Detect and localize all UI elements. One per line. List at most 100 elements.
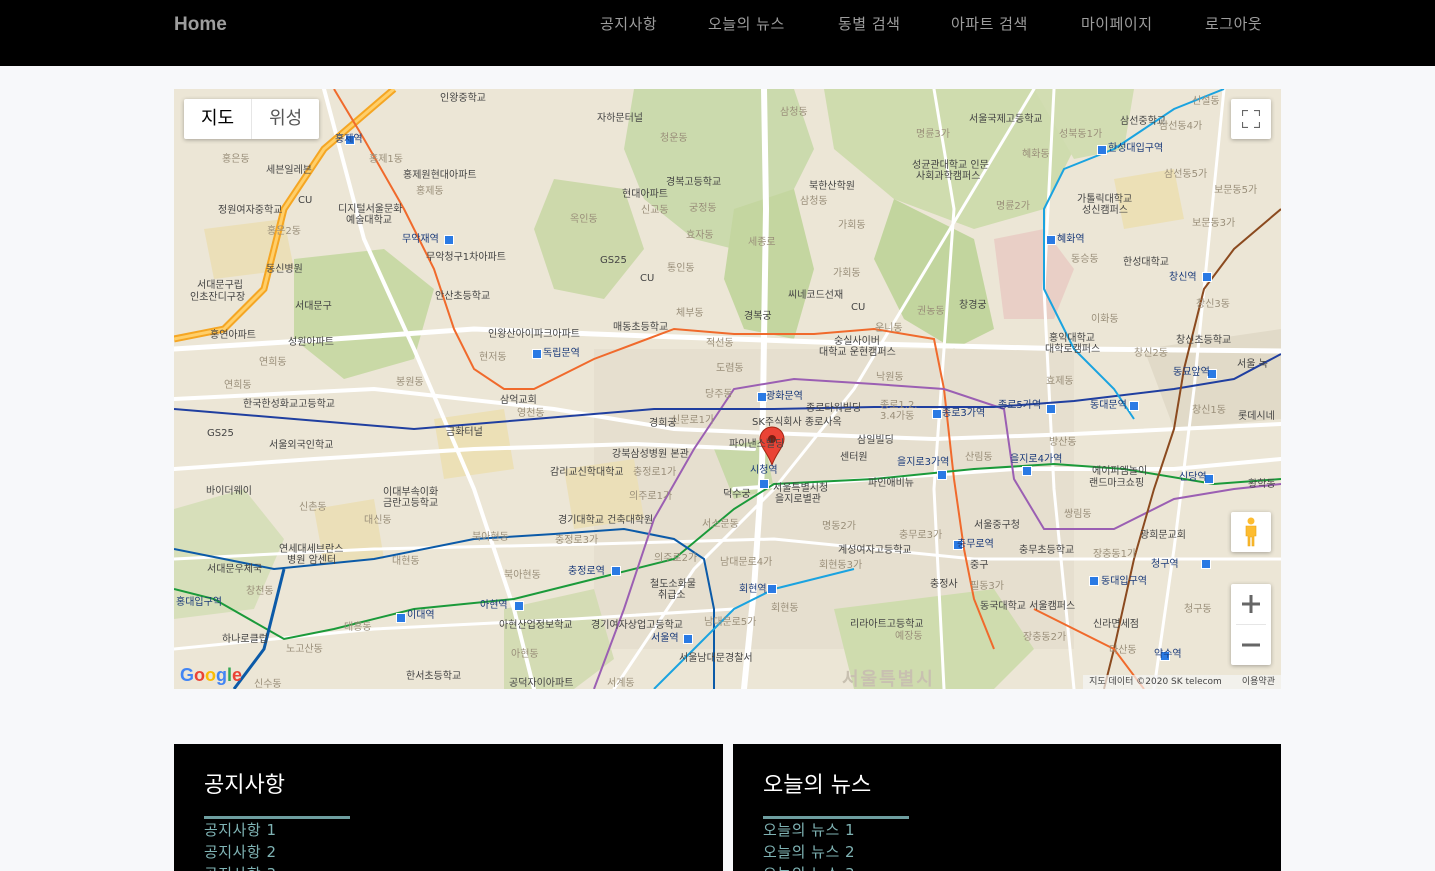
map-label: 산림동 <box>965 452 993 463</box>
map-label: 경기대학교 건축대학원 <box>558 515 654 526</box>
map-label: 동묘앞역 <box>1173 367 1210 378</box>
map-label: 창신3동 <box>1196 299 1230 310</box>
station-icon <box>1129 401 1139 411</box>
map-label: 가회동 <box>838 220 866 231</box>
map-label: 신교동 <box>641 205 669 216</box>
map-label: 동대문역 <box>1090 400 1127 411</box>
map-label: 동신병원 <box>266 264 303 275</box>
map-label: 을지로3가역 <box>897 457 950 468</box>
map-label: 회현역 <box>739 584 767 595</box>
map-label: 충정사 <box>930 579 958 590</box>
nav-dong-search[interactable]: 동별 검색 <box>838 13 900 35</box>
zoom-in-button[interactable] <box>1231 584 1271 624</box>
news-link[interactable]: 오늘의 뉴스 3 <box>763 863 855 871</box>
station-icon <box>1202 272 1212 282</box>
map-label: 명륜2가 <box>996 201 1030 212</box>
map-label: 체부동 <box>676 308 704 319</box>
map-label: 홍은동 <box>222 154 250 165</box>
map-label: 창신2동 <box>1134 348 1168 359</box>
map-label: 중구 <box>970 560 989 571</box>
notice-link[interactable]: 공지사항 3 <box>204 863 277 871</box>
minus-icon <box>1242 643 1260 647</box>
map-label: 서울남대문경찰서 <box>679 653 753 664</box>
nav-logout[interactable]: 로그아웃 <box>1205 13 1262 35</box>
pegman-icon <box>1245 517 1257 547</box>
map-label: 경기여자상업고등학교 <box>591 620 683 631</box>
station-icon <box>932 409 942 419</box>
map-label: 신라면세점 <box>1093 619 1139 630</box>
map-label: 충무초등학교 <box>1019 545 1075 556</box>
map-label: 씨네코드선재 <box>788 290 844 301</box>
map-type-satellite-button[interactable]: 위성 <box>251 99 319 139</box>
station-icon <box>444 235 454 245</box>
map-label: 창경궁 <box>959 300 987 311</box>
map-label: 가회동 <box>833 268 861 279</box>
map-label: 대흥동 <box>344 622 372 633</box>
station-icon <box>1201 559 1211 569</box>
map-type-map-button[interactable]: 지도 <box>184 99 251 139</box>
map-label: 이대역 <box>407 610 435 621</box>
station-icon <box>1097 145 1107 155</box>
map-label: 홍제역 <box>335 134 363 145</box>
map-label: 명동2가 <box>822 521 856 532</box>
nav-notice[interactable]: 공지사항 <box>600 13 657 35</box>
map-label: 동승동 <box>1071 254 1099 265</box>
map-label: 효자동 <box>686 230 714 241</box>
map-label: 남대문로4가 <box>720 557 773 568</box>
map-label: 홍제원현대아파트 <box>403 170 477 181</box>
nav-apt-search[interactable]: 아파트 검색 <box>951 13 1028 35</box>
map-label: 파인애비뉴 <box>868 478 914 489</box>
map-label: 금란고등학교 <box>383 498 439 509</box>
map-type-control: 지도 위성 <box>184 99 320 139</box>
map-canvas[interactable]: 홍제역 홍제1동 홍제원현대아파트 홍제동 인왕중학교 자하문터널 청운동 경복… <box>174 89 1281 689</box>
station-icon <box>1089 576 1099 586</box>
map-label: 세븐일레븐 <box>266 165 312 176</box>
terms-link[interactable]: 이용약관 <box>1242 677 1275 687</box>
fullscreen-icon <box>1242 110 1260 128</box>
map-label: 바이더웨이 <box>206 486 252 497</box>
map-label: 운니동 <box>875 323 903 334</box>
notice-panel-title: 공지사항 <box>204 773 285 798</box>
map-label: 취급소 <box>658 590 686 601</box>
map-label: 인왕중학교 <box>440 93 486 104</box>
map-label: 서대문우체국 <box>207 564 263 575</box>
map-label: 청구동 <box>1184 604 1212 615</box>
map-label: 삼일빌딩 <box>857 435 894 446</box>
map-label: 청운동 <box>660 133 688 144</box>
map-label: 금화터널 <box>446 427 483 438</box>
notice-link[interactable]: 공지사항 2 <box>204 841 277 863</box>
map-label: 충정로역 <box>568 566 605 577</box>
station-icon <box>532 349 542 359</box>
news-panel: 오늘의 뉴스 오늘의 뉴스 1 오늘의 뉴스 2 오늘의 뉴스 3 <box>733 744 1281 871</box>
news-link[interactable]: 오늘의 뉴스 2 <box>763 841 855 863</box>
map-label: 을지로별관 <box>775 494 821 505</box>
map-label: 계성여자고등학교 <box>838 545 912 556</box>
map-label: 센터원 <box>840 452 868 463</box>
map-label: 혜화역 <box>1057 234 1085 245</box>
map-label: 대신동 <box>364 515 392 526</box>
map-label: GS25 <box>207 428 234 439</box>
map-label: 랜드마크쇼핑 <box>1089 478 1145 489</box>
map-label: 시청역 <box>750 465 778 476</box>
station-icon <box>1046 404 1056 414</box>
map-label: 한국한성화교고등학교 <box>243 399 335 410</box>
nav-news[interactable]: 오늘의 뉴스 <box>708 13 785 35</box>
map-label: 혜화동 <box>1022 149 1050 160</box>
nav-mypage[interactable]: 마이페이지 <box>1081 13 1153 35</box>
notice-link[interactable]: 공지사항 1 <box>204 819 277 841</box>
street-view-pegman[interactable] <box>1231 512 1271 552</box>
map-label: 예술대학교 <box>346 215 392 226</box>
fullscreen-button[interactable] <box>1231 99 1271 139</box>
map-label: 종로3가역 <box>942 408 986 419</box>
home-link[interactable]: Home <box>174 12 227 38</box>
map-label: 한성대학교 <box>1123 257 1169 268</box>
zoom-out-button[interactable] <box>1231 625 1271 665</box>
map-label: 봉원동 <box>396 377 424 388</box>
top-navbar: Home 공지사항 오늘의 뉴스 동별 검색 아파트 검색 마이페이지 로그아웃 <box>0 0 1435 66</box>
map-label: 남대문로5가 <box>704 617 757 628</box>
map-label: 궁정동 <box>689 203 717 214</box>
map-label: 청구역 <box>1151 559 1179 570</box>
news-link[interactable]: 오늘의 뉴스 1 <box>763 819 855 841</box>
map-label: 동대입구역 <box>1101 576 1147 587</box>
map-label: 장충동2가 <box>1023 632 1067 643</box>
